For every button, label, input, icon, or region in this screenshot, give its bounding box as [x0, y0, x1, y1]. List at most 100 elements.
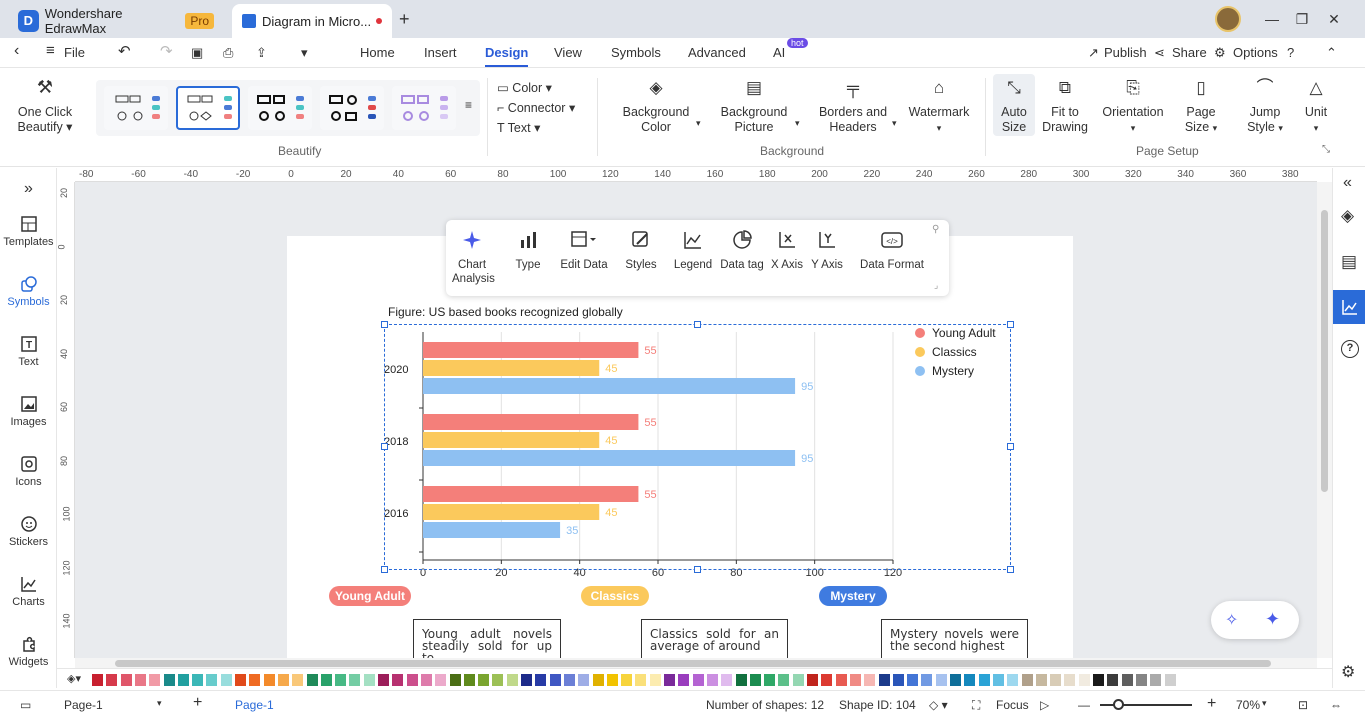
palette-swatch[interactable] — [535, 674, 547, 686]
palette-swatch[interactable] — [335, 674, 347, 686]
palette-swatch[interactable] — [849, 674, 861, 686]
palette-swatch[interactable] — [935, 674, 947, 686]
palette-swatch[interactable] — [921, 674, 933, 686]
expand-panel-icon[interactable]: » — [0, 180, 57, 198]
palette-swatch[interactable] — [821, 674, 833, 686]
minimize-icon[interactable]: — — [1262, 9, 1282, 29]
palette-swatch[interactable] — [1035, 674, 1047, 686]
page-list-icon[interactable]: ▭ — [20, 698, 31, 712]
palette-swatch[interactable] — [692, 674, 704, 686]
palette-swatch[interactable] — [1050, 674, 1062, 686]
palette-swatch[interactable] — [249, 674, 261, 686]
palette-swatch[interactable] — [721, 674, 733, 686]
play-icon[interactable]: ▷ — [1040, 698, 1049, 712]
resize-corner-icon[interactable]: ⌟ — [934, 280, 938, 291]
palette-swatch[interactable] — [120, 674, 132, 686]
layers-icon[interactable]: ◇ ▾ — [929, 698, 948, 712]
horizontal-scrollbar[interactable] — [75, 658, 1317, 668]
palette-swatch[interactable] — [521, 674, 532, 686]
resize-handle[interactable] — [694, 321, 701, 328]
watermark-button[interactable]: ⌂ Watermark ▾ — [906, 79, 972, 136]
resize-handle[interactable] — [381, 443, 388, 450]
resize-handle[interactable] — [694, 566, 701, 573]
data-tag-button[interactable]: Data tag — [718, 230, 766, 272]
palette-swatch[interactable] — [306, 674, 318, 686]
palette-swatch[interactable] — [206, 674, 218, 686]
palette-swatch[interactable] — [149, 674, 161, 686]
palette-swatch[interactable] — [449, 674, 461, 686]
collapse-right-panel-icon[interactable]: « — [1343, 174, 1352, 192]
palette-swatch[interactable] — [635, 674, 647, 686]
sidebar-item-symbols[interactable]: Symbols — [0, 276, 57, 308]
palette-swatch[interactable] — [92, 674, 103, 686]
sidebar-item-charts[interactable]: Charts — [0, 576, 57, 608]
fit-to-drawing-button[interactable]: ⧉ Fit to Drawing — [1040, 79, 1090, 135]
resize-handle[interactable] — [381, 566, 388, 573]
menu-ai[interactable]: AI — [773, 45, 785, 60]
zoom-in-icon[interactable]: + — [1207, 695, 1216, 713]
page-dropdown-icon[interactable]: ▾ — [157, 698, 162, 709]
data-format-button[interactable]: </> Data Format — [856, 230, 928, 272]
palette-swatch[interactable] — [1064, 674, 1076, 686]
options-gear-icon[interactable]: ⚙ — [1214, 45, 1226, 61]
document-tab[interactable]: Diagram in Micro... — [232, 4, 392, 38]
collapse-ribbon-icon[interactable]: ⌃ — [1326, 45, 1337, 61]
chart-properties-tab[interactable] — [1333, 290, 1365, 324]
more-dropdown-icon[interactable]: ▾ — [301, 45, 308, 61]
palette-swatch[interactable] — [263, 674, 275, 686]
palette-swatch[interactable] — [235, 674, 246, 686]
export-icon[interactable]: ⇪ — [256, 45, 267, 61]
palette-swatch[interactable] — [363, 674, 375, 686]
beautify-style-3[interactable] — [248, 86, 312, 130]
palette-swatch[interactable] — [706, 674, 718, 686]
zoom-out-icon[interactable]: — — [1078, 698, 1090, 712]
palette-swatch[interactable] — [1078, 674, 1090, 686]
ai-brush-icon[interactable]: ✧ — [1225, 610, 1238, 630]
scrollbar-thumb[interactable] — [115, 660, 1271, 667]
maximize-icon[interactable]: ❐ — [1292, 9, 1312, 29]
menu-advanced[interactable]: Advanced — [688, 45, 746, 60]
fullscreen-icon[interactable]: ⇔ — [1330, 698, 1342, 712]
background-picture-button[interactable]: ▤ Background Picture — [716, 79, 792, 135]
palette-swatch[interactable] — [992, 674, 1004, 686]
publish-icon[interactable]: ↗ — [1088, 45, 1099, 61]
palette-swatch[interactable] — [192, 674, 204, 686]
palette-swatch[interactable] — [978, 674, 990, 686]
jump-style-button[interactable]: ⌒ Jump Style ▾ — [1238, 79, 1292, 136]
redo-icon[interactable]: ↷ — [160, 42, 173, 60]
palette-swatch[interactable] — [1164, 674, 1176, 686]
palette-swatch[interactable] — [606, 674, 618, 686]
unit-button[interactable]: △ Unit ▾ — [1300, 79, 1332, 136]
edit-data-button[interactable]: Edit Data — [558, 230, 610, 272]
palette-swatch[interactable] — [621, 674, 633, 686]
menu-file[interactable]: File — [64, 45, 85, 60]
palette-swatch[interactable] — [592, 674, 604, 686]
sidebar-item-text[interactable]: T Text — [0, 336, 57, 368]
save-icon[interactable]: ▣ — [191, 45, 203, 61]
palette-swatch[interactable] — [1107, 674, 1119, 686]
palette-swatch[interactable] — [892, 674, 904, 686]
sidebar-item-icons[interactable]: Icons — [0, 456, 57, 488]
palette-swatch[interactable] — [749, 674, 761, 686]
fit-page-icon[interactable]: ⊡ — [1298, 698, 1308, 712]
palette-swatch[interactable] — [106, 674, 118, 686]
note-classics[interactable]: Classics sold for an average of around — [641, 619, 788, 658]
palette-swatch[interactable] — [134, 674, 146, 686]
zoom-dropdown-icon[interactable]: ▾ — [1262, 698, 1267, 709]
palette-swatch[interactable] — [1007, 674, 1019, 686]
palette-swatch[interactable] — [792, 674, 804, 686]
palette-swatch[interactable] — [778, 674, 790, 686]
orientation-button[interactable]: ⎘ Orientation ▾ — [1098, 79, 1168, 136]
page-selector[interactable]: Page-1 — [64, 698, 103, 712]
palette-swatch[interactable] — [664, 674, 675, 686]
resize-handle[interactable] — [1007, 321, 1014, 328]
palette-swatch[interactable] — [549, 674, 561, 686]
y-axis-button[interactable]: Y Axis — [810, 230, 844, 272]
palette-swatch[interactable] — [764, 674, 776, 686]
resize-handle[interactable] — [1007, 566, 1014, 573]
palette-swatch[interactable] — [220, 674, 232, 686]
palette-swatch[interactable] — [964, 674, 976, 686]
pin-icon[interactable]: ⚲ — [932, 224, 939, 235]
palette-swatch[interactable] — [563, 674, 575, 686]
palette-swatch[interactable] — [1150, 674, 1162, 686]
